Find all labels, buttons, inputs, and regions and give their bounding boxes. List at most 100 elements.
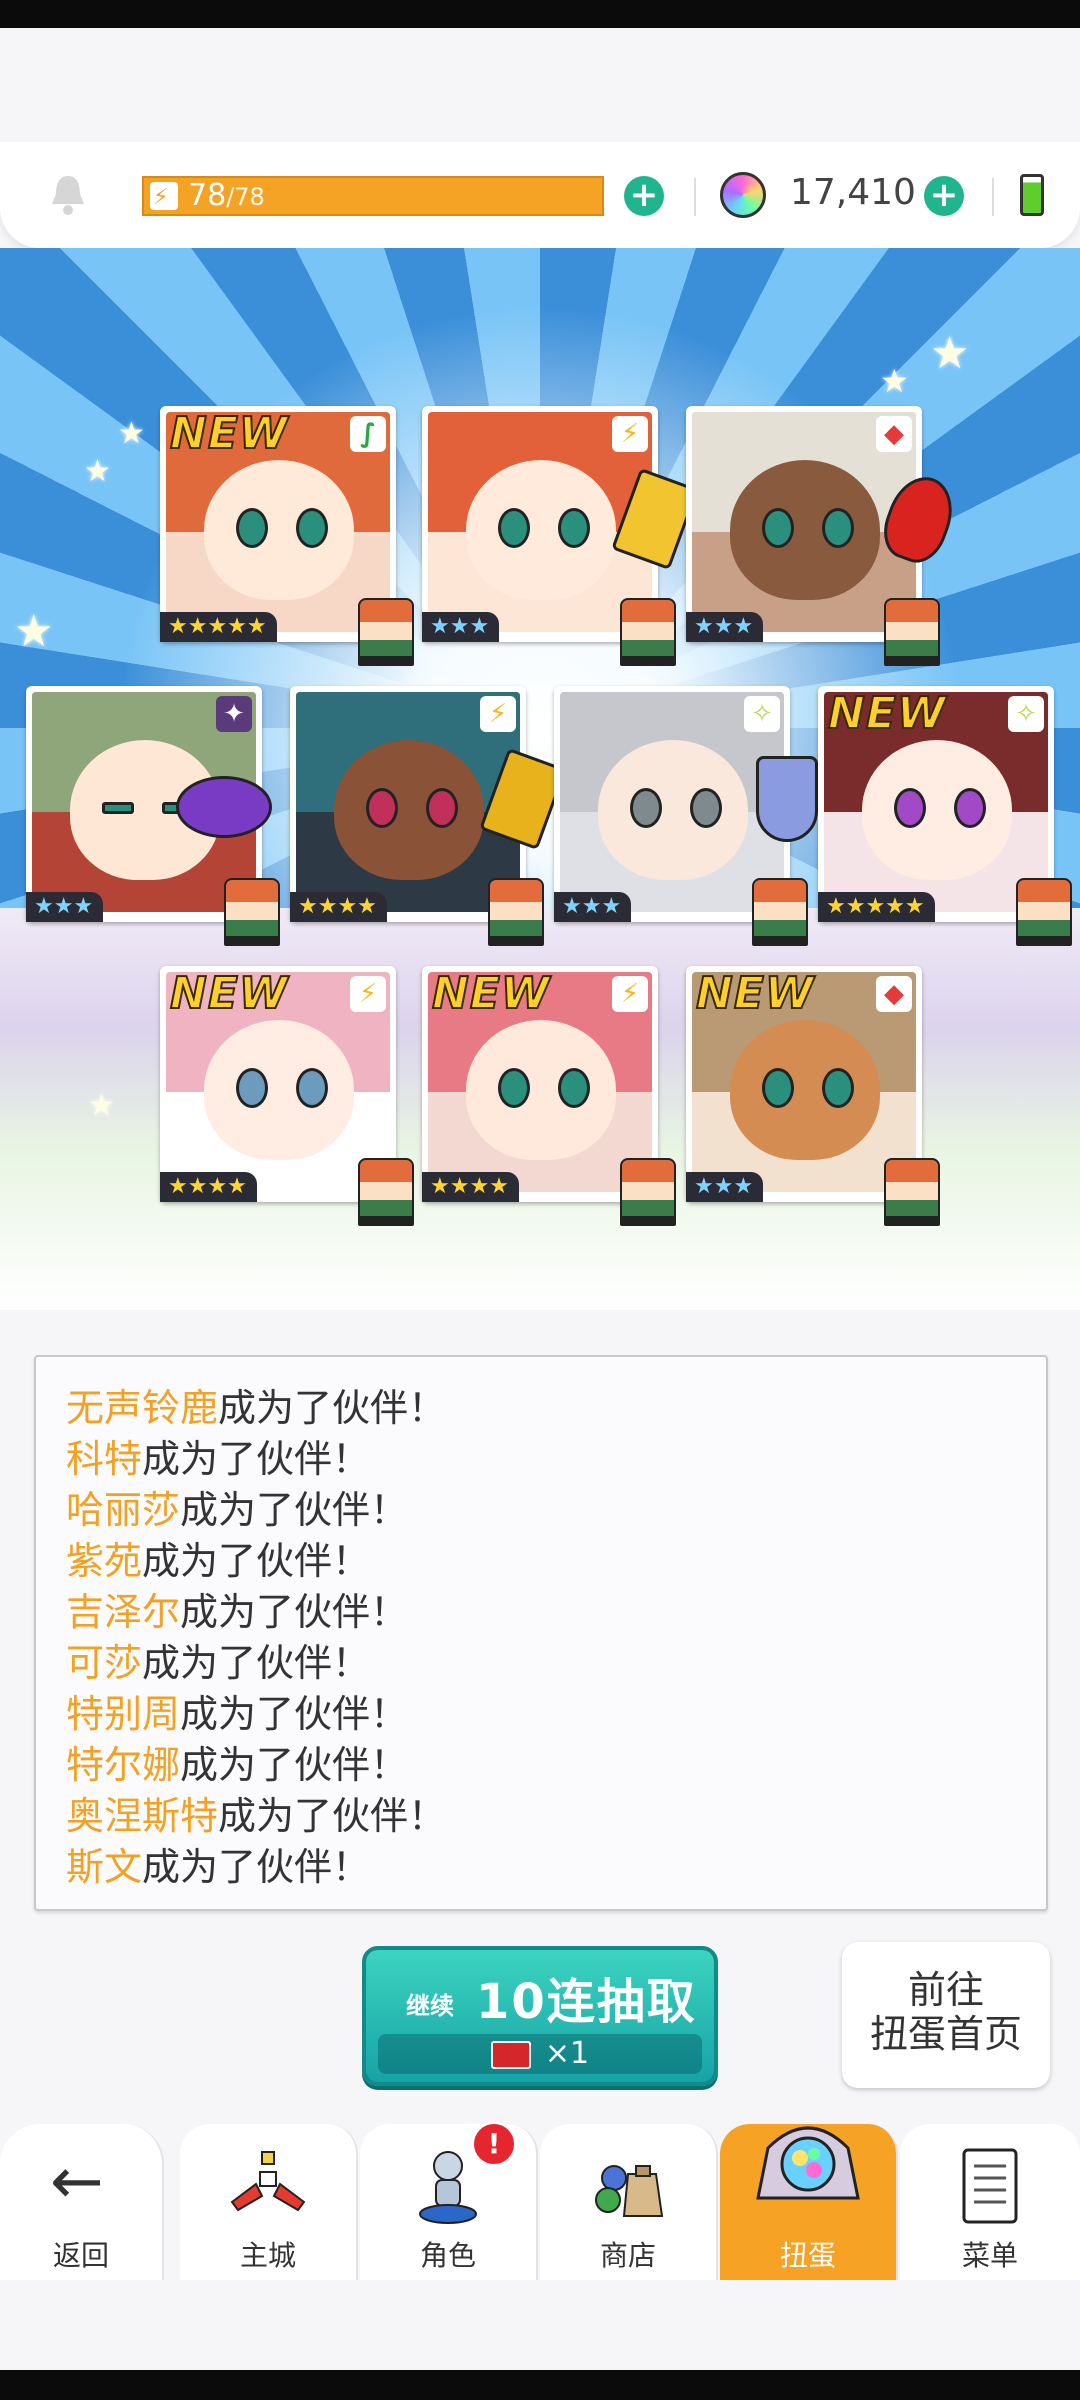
- draw-cost: ×1: [378, 2034, 702, 2074]
- character-name: 可莎: [66, 1641, 143, 1685]
- gacha-home-button[interactable]: 前往 扭蛋首页: [842, 1942, 1050, 2088]
- tab-label: 主城: [239, 2239, 296, 2272]
- log-line: 特尔娜成为了伙伴！: [66, 1740, 1046, 1791]
- divider: [992, 178, 994, 216]
- log-suffix: 成为了伙伴！: [142, 1641, 371, 1685]
- rarity-stars: ★★★★★: [818, 892, 935, 922]
- new-tag: NEW: [169, 967, 289, 1020]
- tab-character[interactable]: 角色 !: [360, 2122, 538, 2280]
- log-line: 斯文成为了伙伴！: [66, 1842, 1046, 1893]
- bolt-icon: ⚡: [350, 976, 386, 1012]
- system-nav-bar: [0, 2370, 1080, 2400]
- pixel-sprite-icon: [620, 1158, 676, 1226]
- new-tag: NEW: [695, 967, 815, 1020]
- pixel-sprite-icon: [358, 1158, 414, 1226]
- rarity-stars: ★★★: [686, 1172, 764, 1202]
- orb-weapon-icon: [176, 776, 272, 838]
- arrow-left-icon: ←: [50, 2145, 104, 2219]
- menu-list-icon: [962, 2148, 1018, 2224]
- log-suffix: 成为了伙伴！: [142, 1845, 371, 1889]
- continue-label: 继续: [406, 1992, 454, 2020]
- rarity-stars: ★★★: [26, 892, 104, 922]
- log-suffix: 成为了伙伴！: [180, 1692, 409, 1736]
- result-card[interactable]: NEW ∫ ★★★★★: [160, 406, 414, 666]
- result-card[interactable]: ◆ ★★★: [686, 406, 963, 666]
- result-card[interactable]: ✧ ★★★: [554, 686, 818, 946]
- rarity-stars: ★★★: [422, 612, 500, 642]
- gacha-home-line2: 扭蛋首页: [869, 2012, 1022, 2056]
- sparkle-icon: ✧: [1008, 696, 1044, 732]
- character-name: 特尔娜: [66, 1743, 181, 1787]
- pixel-sprite-icon: [884, 1158, 940, 1226]
- diamonds-icon: ◆: [876, 416, 912, 452]
- leaf-icon: ∫: [350, 416, 386, 452]
- stamina-bar: 78/78: [142, 176, 604, 216]
- sparkle-star-icon: ★: [84, 454, 111, 489]
- log-suffix: 成为了伙伴！: [180, 1488, 409, 1532]
- log-suffix: 成为了伙伴！: [142, 1437, 371, 1481]
- log-line: 可莎成为了伙伴！: [66, 1638, 1046, 1689]
- back-button[interactable]: ← 返回: [0, 2124, 164, 2280]
- rarity-stars: ★★★: [686, 612, 764, 642]
- character-name: 紫苑: [66, 1539, 143, 1583]
- diamonds-icon: ◆: [876, 976, 912, 1012]
- log-line: 哈丽莎成为了伙伴！: [66, 1485, 1046, 1536]
- nav-bottom-spacer: [0, 2280, 1080, 2370]
- log-suffix: 成为了伙伴！: [180, 1590, 409, 1634]
- divider: [694, 178, 696, 216]
- add-stamina-button[interactable]: +: [624, 176, 664, 216]
- tab-main-city[interactable]: 主城: [180, 2124, 358, 2280]
- character-name: 哈丽莎: [66, 1488, 181, 1532]
- character-name: 科特: [66, 1437, 143, 1481]
- new-tag: NEW: [827, 687, 947, 740]
- tab-label: 扭蛋: [779, 2239, 836, 2272]
- shield-weapon-icon: [756, 756, 818, 842]
- sparkle-icon: ✧: [744, 696, 780, 732]
- new-tag: NEW: [169, 407, 289, 460]
- result-card[interactable]: NEW ⚡ ★★★★: [422, 966, 676, 1226]
- rarity-stars: ★★★★★: [160, 612, 277, 642]
- gem-count: 17,410: [790, 172, 916, 213]
- tab-label: 商店: [599, 2239, 656, 2272]
- pixel-sprite-icon: [620, 598, 676, 666]
- result-card[interactable]: NEW ⚡ ★★★★: [160, 966, 414, 1226]
- recruit-log: 无声铃鹿成为了伙伴！ 科特成为了伙伴！ 哈丽莎成为了伙伴！ 紫苑成为了伙伴！ 吉…: [34, 1355, 1048, 1911]
- stamina-current: 78: [188, 178, 227, 213]
- character-name: 特别周: [66, 1692, 181, 1736]
- tab-shop[interactable]: 商店: [540, 2124, 718, 2280]
- resource-header: 78/78 + 17,410 +: [0, 142, 1080, 248]
- bell-icon[interactable]: [48, 172, 88, 216]
- add-gems-button[interactable]: +: [924, 176, 964, 216]
- character-name: 吉泽尔: [66, 1590, 181, 1634]
- tab-gacha[interactable]: 扭蛋: [720, 2124, 898, 2280]
- pixel-sprite-icon: [358, 598, 414, 666]
- pixel-sprite-icon: [224, 878, 280, 946]
- result-card[interactable]: NEW ◆ ★★★: [686, 966, 940, 1226]
- log-line: 特别周成为了伙伴！: [66, 1689, 1046, 1740]
- result-card[interactable]: ⚡ ★★★★: [290, 686, 567, 946]
- sparkle-star-icon: ★: [88, 1088, 115, 1123]
- draw-10-label: 10连抽取: [476, 1974, 697, 2030]
- result-card[interactable]: ⚡ ★★★: [422, 406, 699, 666]
- log-suffix: 成为了伙伴！: [142, 1539, 371, 1583]
- log-suffix: 成为了伙伴！: [180, 1743, 409, 1787]
- battery-icon: [1020, 174, 1044, 216]
- sparkle-star-icon: ★: [118, 416, 145, 451]
- back-label: 返回: [52, 2239, 109, 2272]
- sparkle-star-icon: ★: [880, 362, 909, 400]
- stamina-bolt-icon: [150, 180, 178, 216]
- character-name: 无声铃鹿: [66, 1386, 219, 1430]
- log-line: 无声铃鹿成为了伙伴！: [66, 1383, 1046, 1434]
- tab-menu[interactable]: 菜单: [900, 2124, 1080, 2280]
- bolt-icon: ⚡: [612, 416, 648, 452]
- tab-label: 角色: [419, 2239, 476, 2272]
- result-card[interactable]: ✦ ★★★: [26, 686, 280, 946]
- rarity-stars: ★★★★: [290, 892, 387, 922]
- log-line: 奥涅斯特成为了伙伴！: [66, 1791, 1046, 1842]
- log-suffix: 成为了伙伴！: [218, 1794, 447, 1838]
- castle-icon: [230, 2151, 306, 2212]
- draw-10-again-button[interactable]: 继续 10连抽取 ×1: [362, 1946, 718, 2086]
- character-name: 斯文: [66, 1845, 143, 1889]
- result-card[interactable]: NEW ✧ ★★★★★: [818, 686, 1072, 946]
- shop-bag-icon: [595, 2165, 664, 2217]
